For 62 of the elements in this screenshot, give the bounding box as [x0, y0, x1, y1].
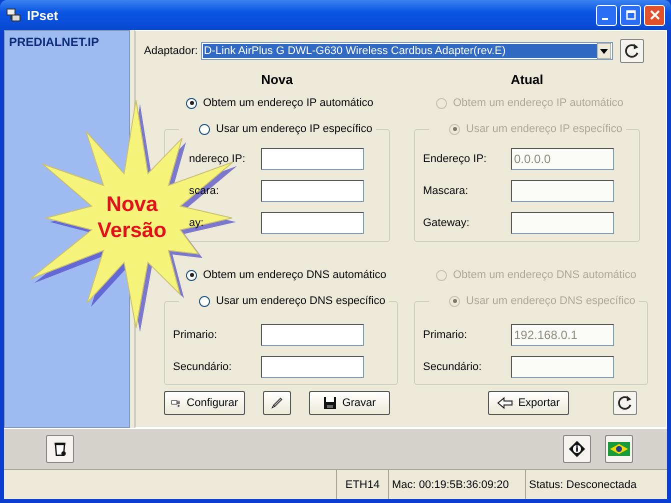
input-field[interactable] [261, 148, 364, 170]
pencil-button[interactable] [263, 391, 291, 415]
window-title: IPset [27, 8, 58, 22]
network-icon [6, 7, 22, 23]
save-icon [323, 396, 338, 410]
field-label: Endereço IP: [423, 153, 488, 165]
field-label: Primario: [423, 329, 468, 341]
flag-icon [608, 442, 630, 456]
field-label: Primario: [173, 329, 218, 341]
input-field[interactable] [511, 212, 614, 234]
bin-button[interactable] [46, 435, 74, 463]
radio-label: Obtem um endereço IP automático [453, 97, 624, 109]
info-icon [568, 440, 586, 458]
input-field[interactable] [261, 180, 364, 202]
field-label: Mascara: [423, 185, 470, 197]
field-label: scara: [188, 185, 220, 197]
radio-button[interactable] [199, 124, 210, 134]
sidebar-title: PREDIALNET.IP [9, 35, 100, 49]
refresh-icon [622, 42, 641, 60]
field-label: ay: [188, 217, 205, 229]
column-heading: Nova [261, 71, 293, 89]
field-label: Gateway: [423, 217, 470, 229]
minimize-icon [602, 18, 608, 20]
arrow-left-icon [497, 397, 514, 409]
column-heading: Atual [510, 71, 544, 89]
adapter-label: Adaptador: [144, 45, 198, 57]
field-label: ndereço IP: [188, 153, 246, 165]
radio-label: Obtem um endereço IP automático [203, 97, 374, 109]
close-button[interactable] [644, 4, 665, 26]
radio-label: Usar um endereço IP específico [466, 123, 622, 135]
refresh-icon [616, 394, 634, 412]
radio-button[interactable] [186, 98, 197, 108]
status-text: Status: Desconectada [528, 478, 638, 492]
radio-button[interactable] [199, 296, 210, 306]
status-text: Mac: 00:19:5B:36:09:20 [389, 470, 526, 499]
input-field[interactable] [511, 180, 614, 202]
minimize-button[interactable] [596, 4, 617, 26]
info-button[interactable] [563, 435, 591, 463]
close-icon [650, 10, 660, 20]
radio-label: Usar um endereço DNS específico [466, 295, 636, 307]
field-label: Secundário: [173, 361, 233, 373]
badge-text: Nova Versão [96, 192, 168, 244]
adapter-dropdown[interactable]: D-Link AirPlus G DWL-G630 Wireless Cardbus Adapter(rev.E) [200, 42, 613, 60]
configure-button[interactable]: Configurar [164, 391, 245, 415]
field-label: Secundário: [423, 361, 483, 373]
radio-label: Usar um endereço IP específico [216, 123, 372, 135]
radio-button[interactable] [186, 270, 197, 280]
radio-label: Obtem um endereço DNS automático [453, 269, 636, 281]
radio-label: Usar um endereço DNS específico [216, 295, 386, 307]
radio-label: Obtem um endereço DNS automático [203, 269, 386, 281]
status-text: ETH14 [337, 470, 389, 499]
input-field[interactable] [511, 356, 614, 378]
maximize-icon [626, 10, 636, 20]
flag-button[interactable] [605, 435, 633, 463]
refresh-button[interactable] [613, 391, 637, 415]
input-field[interactable] [261, 356, 364, 378]
refresh-button[interactable] [620, 39, 644, 63]
maximize-button[interactable] [620, 4, 641, 26]
dropdown-arrow-icon [596, 43, 611, 59]
input-field[interactable] [261, 212, 364, 234]
save-button[interactable]: Gravar [309, 391, 390, 415]
input-field[interactable] [261, 324, 364, 346]
